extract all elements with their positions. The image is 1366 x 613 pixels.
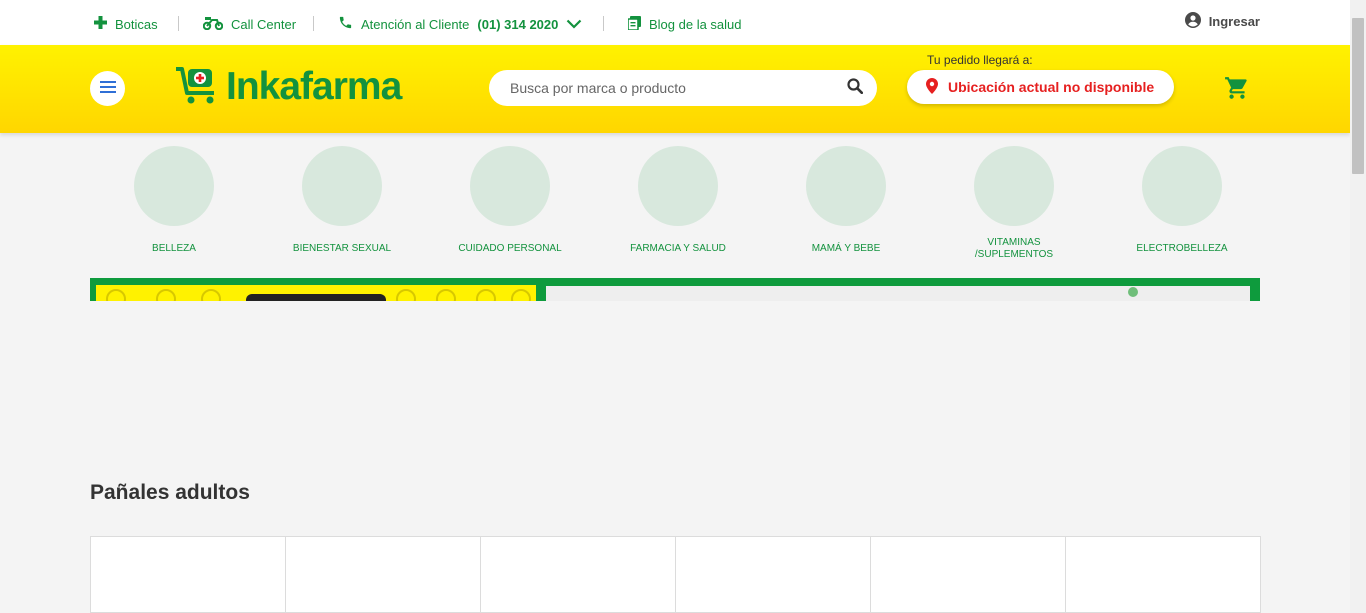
search-input[interactable] (510, 80, 847, 96)
shopping-cart-button[interactable] (1224, 75, 1250, 106)
plus-icon (94, 16, 107, 32)
product-card[interactable] (90, 536, 286, 613)
category-label: VITAMINAS /SUPLEMENTOS (974, 237, 1054, 260)
menu-icon (99, 80, 116, 98)
shopping-cart-icon (1224, 77, 1250, 105)
customer-service-phone: (01) 314 2020 (477, 16, 559, 32)
product-card[interactable] (870, 536, 1066, 613)
category-image (134, 146, 214, 226)
category-image (302, 146, 382, 226)
banner-artwork (96, 285, 536, 301)
category-label: ELECTROBELLEZA (1136, 243, 1228, 254)
category-item[interactable]: CUIDADO PERSONAL (426, 146, 594, 261)
location-pin-icon (926, 77, 938, 97)
category-item[interactable]: MAMÁ Y BEBE (762, 146, 930, 261)
category-item[interactable]: VITAMINAS /SUPLEMENTOS (930, 146, 1098, 261)
cart-logo-icon (174, 65, 220, 110)
product-card[interactable] (285, 536, 481, 613)
menu-button[interactable] (90, 71, 125, 106)
category-item[interactable]: FARMACIA Y SALUD (594, 146, 762, 261)
boticas-link[interactable]: Boticas (94, 14, 158, 34)
product-card[interactable] (675, 536, 871, 613)
phone-icon (338, 15, 353, 33)
category-item[interactable]: BIENESTAR SEXUAL (258, 146, 426, 261)
category-label: BELLEZA (152, 243, 196, 254)
category-image (806, 146, 886, 226)
category-label: FARMACIA Y SALUD (630, 243, 726, 254)
login-button[interactable]: Ingresar (1184, 12, 1260, 31)
customer-service-dropdown[interactable]: Atención al Cliente (01) 314 2020 (338, 14, 582, 34)
account-icon (1184, 12, 1201, 31)
category-item[interactable]: ELECTROBELLEZA (1098, 146, 1266, 261)
login-label: Ingresar (1208, 14, 1260, 29)
banner-mascot-image (1128, 287, 1138, 297)
category-image (638, 146, 718, 226)
bike-icon (202, 16, 224, 33)
banner-content (546, 286, 1250, 301)
page-scrollbar[interactable] (1350, 0, 1366, 613)
divider (178, 16, 179, 31)
product-card[interactable] (1065, 536, 1261, 613)
divider (603, 16, 604, 31)
brand-logo[interactable]: Inkafarma (174, 65, 402, 110)
main-header: Inkafarma Tu pedido llegará a: Ubicación… (0, 45, 1350, 133)
category-label: BIENESTAR SEXUAL (292, 243, 392, 254)
logo-text: Inkafarma (226, 65, 402, 108)
call-center-label: Call Center (231, 16, 297, 32)
call-center-link[interactable]: Call Center (202, 14, 297, 34)
product-carousel (90, 536, 1261, 613)
divider (313, 16, 314, 31)
blog-label: Blog de la salud (649, 16, 742, 32)
section-title: Pañales adultos (90, 481, 250, 504)
top-utility-bar: Boticas Call Center Atención al Cliente … (0, 0, 1350, 45)
delivery-label: Tu pedido llegará a: (927, 53, 1033, 67)
blog-link[interactable]: Blog de la salud (627, 14, 742, 34)
category-item[interactable]: BELLEZA (90, 146, 258, 261)
search-bar (489, 70, 877, 106)
blog-icon (627, 15, 641, 33)
category-image (974, 146, 1054, 226)
promo-banner[interactable] (90, 278, 1260, 301)
location-button[interactable]: Ubicación actual no disponible (907, 70, 1174, 104)
chevron-down-icon (566, 17, 582, 32)
product-card[interactable] (480, 536, 676, 613)
banner-phone-image (246, 294, 386, 301)
location-text: Ubicación actual no disponible (948, 79, 1155, 95)
boticas-label: Boticas (115, 16, 158, 32)
customer-service-label: Atención al Cliente (361, 16, 470, 32)
category-label: MAMÁ Y BEBE (811, 243, 881, 254)
scrollbar-thumb[interactable] (1352, 18, 1364, 174)
search-icon[interactable] (847, 77, 864, 99)
category-image (470, 146, 550, 226)
category-label: CUIDADO PERSONAL (458, 243, 562, 254)
category-image (1142, 146, 1222, 226)
